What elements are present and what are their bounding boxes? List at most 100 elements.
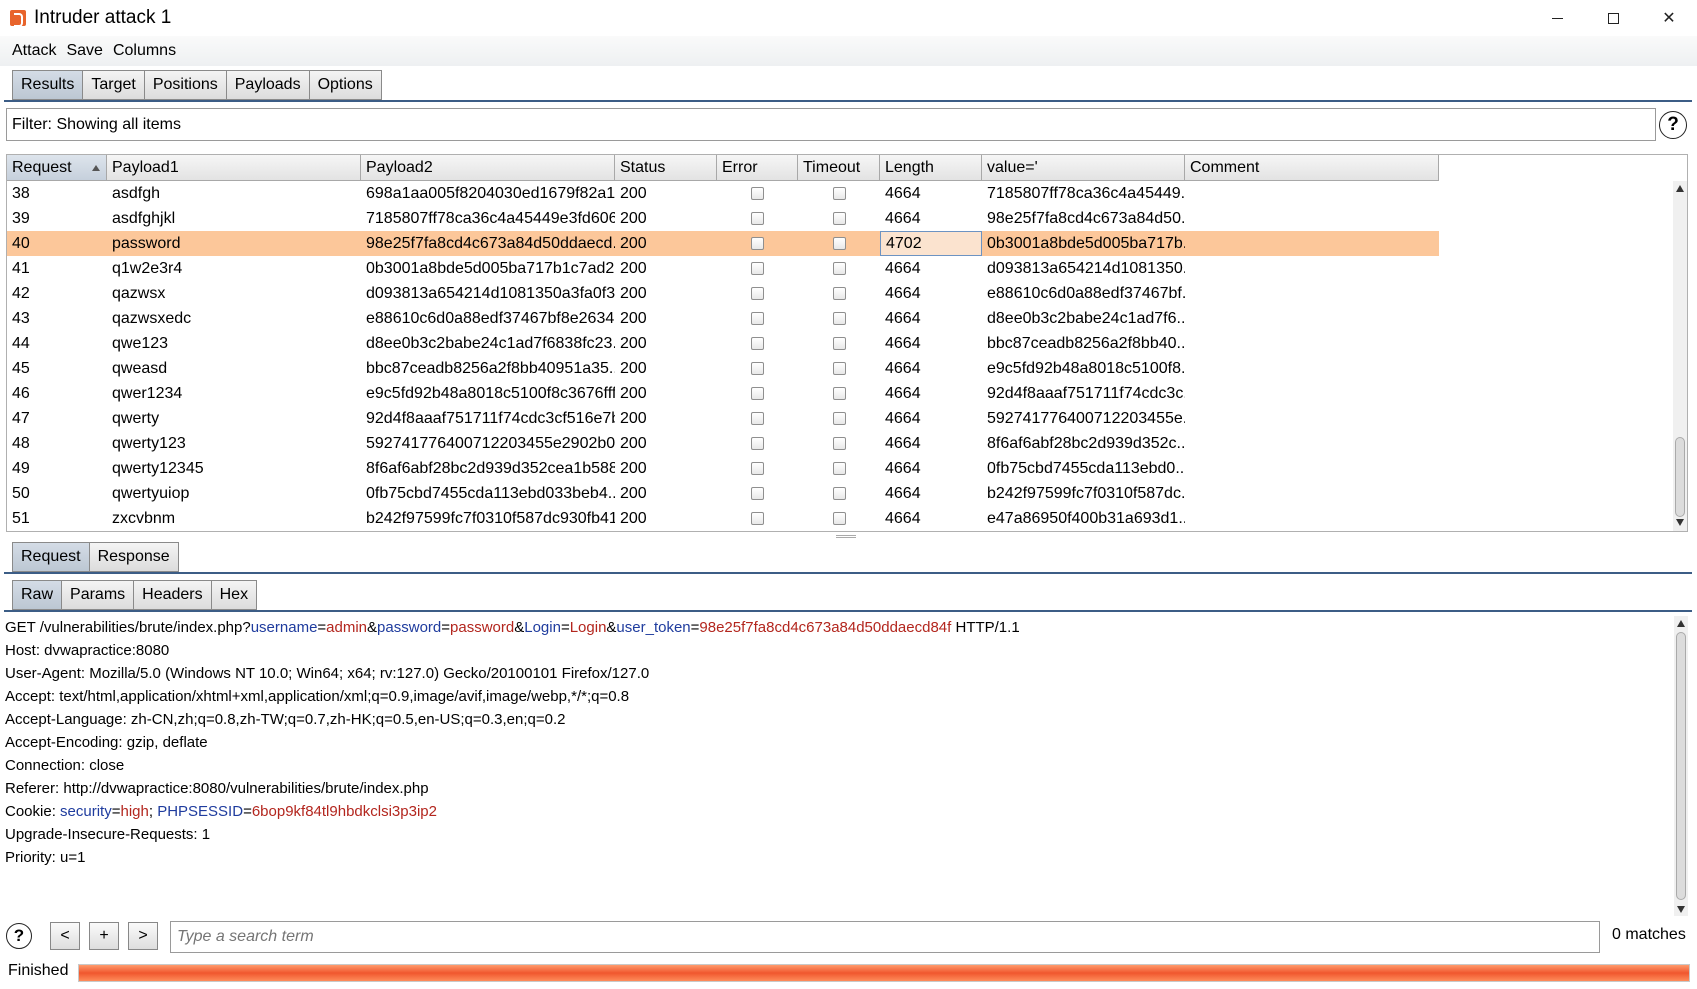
comment-cell[interactable] — [1185, 356, 1439, 381]
table-row[interactable]: 45 qweasd bbc87ceadb8256a2f8bb40951a35... 2… — [7, 356, 1439, 381]
column-header-payload2[interactable]: Payload2 — [361, 155, 615, 181]
filter-help-icon[interactable]: ? — [1659, 111, 1687, 139]
tab-payloads[interactable]: Payloads — [225, 70, 310, 100]
comment-cell[interactable] — [1185, 381, 1439, 406]
comment-cell[interactable] — [1185, 181, 1439, 206]
payload1-cell: qwertyuiop — [112, 484, 190, 502]
column-header-payload1[interactable]: Payload1 — [107, 155, 361, 181]
column-header-comment[interactable]: Comment — [1185, 155, 1439, 181]
scroll-up-icon[interactable] — [1676, 185, 1684, 192]
editor-scroll-thumb[interactable] — [1676, 632, 1686, 900]
column-header-label: Comment — [1190, 158, 1260, 176]
search-help-icon[interactable]: ? — [6, 923, 32, 949]
value-cell: d8ee0b3c2babe24c1ad7f6... — [987, 309, 1185, 327]
table-row[interactable]: 38 asdfgh 698a1aa005f8204030ed1679f82a1...… — [7, 181, 1439, 206]
table-row[interactable]: 40 password 98e25f7fa8cd4c673a84d50ddaecd.… — [7, 231, 1439, 256]
editor-scroll-down-icon[interactable] — [1677, 906, 1685, 913]
timeout-checkbox — [832, 312, 846, 325]
tab-target[interactable]: Target — [82, 70, 145, 100]
editor-scroll-up-icon[interactable] — [1677, 620, 1685, 627]
table-row[interactable]: 41 q1w2e3r4 0b3001a8bde5d005ba717b1c7ad2..… — [7, 256, 1439, 281]
comment-cell[interactable] — [1185, 431, 1439, 456]
menu-save[interactable]: Save — [66, 42, 102, 60]
top-tabs-rule — [4, 100, 1692, 102]
column-header-timeout[interactable]: Timeout — [798, 155, 880, 181]
status-cell: 200 — [620, 409, 647, 427]
column-header-value[interactable]: value=' — [982, 155, 1185, 181]
sort-ascending-icon — [92, 165, 100, 171]
table-scrollbar[interactable] — [1673, 181, 1687, 531]
tab-positions[interactable]: Positions — [143, 70, 227, 100]
filter-bar[interactable]: Filter: Showing all items — [6, 108, 1656, 141]
column-header-status[interactable]: Status — [615, 155, 717, 181]
comment-cell[interactable] — [1185, 206, 1439, 231]
table-row[interactable]: 39 asdfghjkl 7185807ff78ca36c4a45449e3fd60… — [7, 206, 1439, 231]
comment-cell[interactable] — [1185, 331, 1439, 356]
tab-raw[interactable]: Raw — [12, 580, 63, 610]
maximize-button[interactable] — [1585, 0, 1641, 36]
table-row[interactable]: 46 qwer1234 e9c5fd92b48a8018c5100f8c3676ff… — [7, 381, 1439, 406]
menu-attack[interactable]: Attack — [12, 42, 56, 60]
param-equals: = — [560, 619, 570, 636]
tab-params[interactable]: Params — [61, 580, 135, 610]
column-header-error[interactable]: Error — [717, 155, 798, 181]
comment-cell[interactable] — [1185, 406, 1439, 431]
search-add-button[interactable]: + — [89, 922, 119, 950]
timeout-checkbox — [832, 487, 846, 500]
minimize-button[interactable] — [1529, 0, 1585, 36]
request-cell: 46 — [12, 384, 30, 402]
table-row[interactable]: 49 qwerty12345 8f6af6abf28bc2d939d352cea1b… — [7, 456, 1439, 481]
payload2-cell: d8ee0b3c2babe24c1ad7f6838fc23... — [366, 334, 615, 352]
column-header-length[interactable]: Length — [880, 155, 982, 181]
tab-request[interactable]: Request — [12, 542, 90, 572]
table-row[interactable]: 43 qazwsxedc e88610c6d0a88edf37467bf8e2634… — [7, 306, 1439, 331]
header-line: Upgrade-Insecure-Requests: 1 — [5, 826, 211, 843]
tab-hex[interactable]: Hex — [210, 580, 258, 610]
search-input[interactable] — [170, 921, 1600, 953]
tab-response[interactable]: Response — [88, 542, 179, 572]
tab-results[interactable]: Results — [12, 70, 84, 100]
comment-cell[interactable] — [1185, 456, 1439, 481]
length-cell: 4664 — [885, 484, 921, 502]
menu-columns[interactable]: Columns — [113, 42, 176, 60]
editor-scrollbar[interactable] — [1674, 616, 1688, 916]
value-cell: 0b3001a8bde5d005ba717b... — [987, 234, 1185, 252]
message-tabs-rule — [4, 572, 1692, 574]
splitter-handle[interactable] — [836, 535, 856, 538]
timeout-checkbox — [832, 287, 846, 300]
tab-options[interactable]: Options — [308, 70, 382, 100]
payload1-cell: qwerty — [112, 409, 160, 427]
header-line: Host: dvwapractice:8080 — [5, 642, 170, 659]
timeout-checkbox — [832, 412, 846, 425]
table-row[interactable]: 51 zxcvbnm b242f97599fc7f0310f587dc930fb41… — [7, 506, 1439, 531]
raw-request-editor[interactable]: GET /vulnerabilities/brute/index.php?use… — [4, 616, 1674, 918]
search-next-button[interactable]: > — [128, 922, 158, 950]
error-cell — [717, 381, 798, 406]
comment-cell[interactable] — [1185, 506, 1439, 531]
column-header-request[interactable]: Request — [7, 155, 107, 181]
length-cell: 4664 — [885, 459, 921, 477]
table-row[interactable]: 44 qwe123 d8ee0b3c2babe24c1ad7f6838fc23...… — [7, 331, 1439, 356]
error-checkbox — [751, 387, 764, 400]
table-row[interactable]: 48 qwerty123 592741776400712203455e2902b0.… — [7, 431, 1439, 456]
tab-headers[interactable]: Headers — [133, 580, 212, 610]
param-name: username — [250, 619, 318, 636]
comment-cell[interactable] — [1185, 281, 1439, 306]
length-cell: 4664 — [885, 409, 921, 427]
table-row[interactable]: 50 qwertyuiop 0fb75cbd7455cda113ebd033beb4… — [7, 481, 1439, 506]
table-header: Request Payload1 Payload2 Status Error Timeou… — [7, 155, 1439, 181]
request-line: Connection: close — [4, 754, 1674, 777]
scroll-down-icon[interactable] — [1676, 519, 1684, 526]
table-scroll-thumb[interactable] — [1675, 437, 1685, 517]
value-cell: 0fb75cbd7455cda113ebd0... — [987, 459, 1185, 477]
table-row[interactable]: 42 qazwsx d093813a654214d1081350a3fa0f3...… — [7, 281, 1439, 306]
comment-cell[interactable] — [1185, 306, 1439, 331]
close-button[interactable]: ✕ — [1641, 0, 1697, 36]
table-row[interactable]: 47 qwerty 92d4f8aaaf751711f74cdc3cf516e7b4… — [7, 406, 1439, 431]
param-equals: = — [317, 619, 327, 636]
search-prev-button[interactable]: < — [50, 922, 80, 950]
comment-cell[interactable] — [1185, 256, 1439, 281]
comment-cell[interactable] — [1185, 481, 1439, 506]
cookie-separator: ; — [148, 803, 158, 820]
comment-cell[interactable] — [1185, 231, 1439, 256]
